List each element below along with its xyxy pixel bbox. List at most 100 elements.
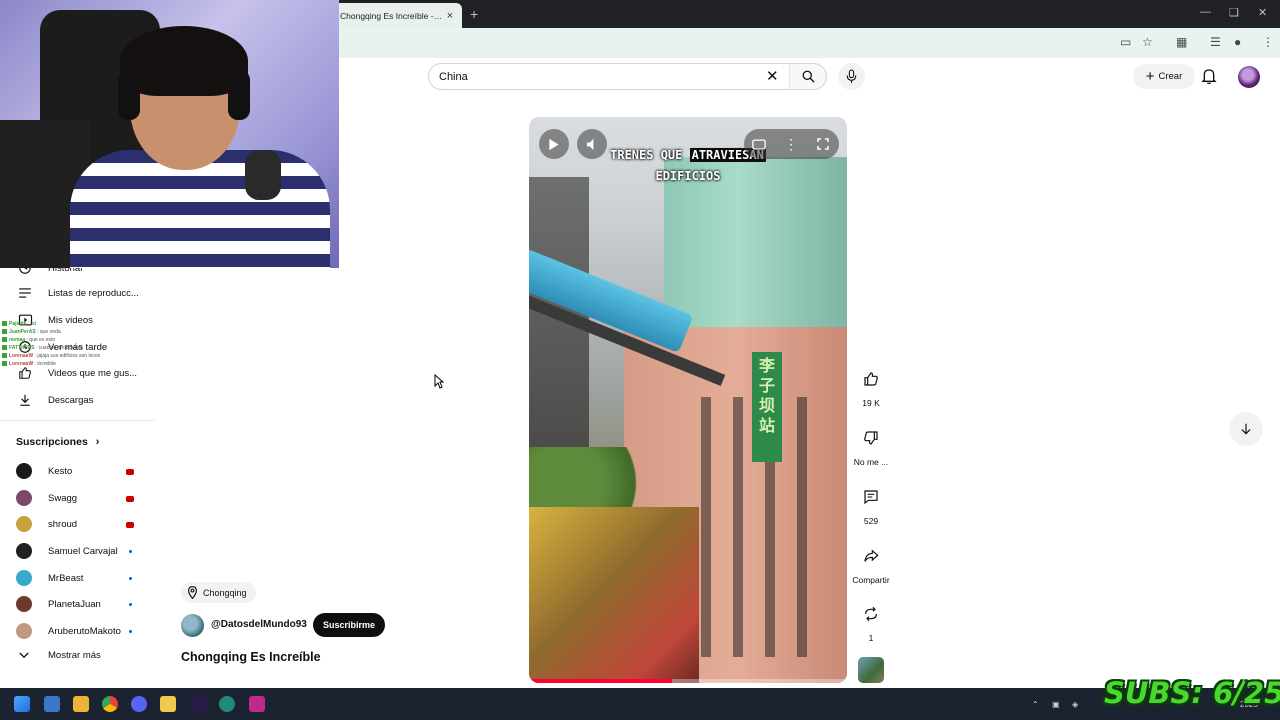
- channel-avatar[interactable]: [181, 614, 204, 637]
- mouse-cursor-icon: [434, 374, 444, 389]
- channel-avatar: [16, 543, 32, 559]
- subscription-name: PlanetaJuan: [48, 598, 101, 610]
- dislike-button[interactable]: No me ...: [850, 425, 892, 467]
- like-count: 19 K: [862, 398, 880, 408]
- sticky-notes-icon[interactable]: [160, 696, 176, 712]
- remix-count: 1: [868, 633, 874, 643]
- fullscreen-button[interactable]: [808, 129, 838, 159]
- subscription-item[interactable]: AruberutoMakoto: [16, 623, 121, 639]
- graffiti-wall: [529, 507, 699, 683]
- extensions-icon[interactable]: ▦: [1176, 35, 1187, 49]
- tray-network-icon[interactable]: ◈: [1072, 700, 1078, 709]
- tab-close-icon[interactable]: ×: [444, 10, 456, 22]
- new-tab-button[interactable]: +: [470, 6, 478, 22]
- subscription-name: Samuel Carvajal: [48, 545, 118, 557]
- profile-icon[interactable]: ●: [1234, 35, 1241, 49]
- chat-line: LorenaaW : jajaja sus edificios son loco…: [2, 352, 100, 360]
- photos-app-icon[interactable]: [44, 696, 60, 712]
- location-label: Chongqing: [203, 587, 247, 598]
- subscription-item[interactable]: shroud: [16, 516, 77, 532]
- notifications-button[interactable]: [1201, 67, 1217, 90]
- short-video-player[interactable]: 李子坝站 TRENES QUE ATRAVIESAN EDIFICIOS ⋮: [529, 117, 847, 683]
- channel-avatar: [16, 463, 32, 479]
- play-button[interactable]: [539, 129, 569, 159]
- browser-tab[interactable]: Chongqing Es Increíble - YouTube ×: [330, 3, 462, 28]
- cast-icon[interactable]: ▭: [1120, 35, 1131, 49]
- minimize-icon[interactable]: —: [1200, 6, 1211, 18]
- subscription-name: MrBeast: [48, 572, 84, 584]
- chevron-right-icon: ›: [95, 436, 100, 448]
- search-input[interactable]: China: [428, 63, 790, 90]
- like-button[interactable]: 19 K: [850, 366, 892, 408]
- volume-icon: [586, 138, 593, 150]
- show-more-button[interactable]: Mostrar más: [16, 650, 101, 661]
- media-icon[interactable]: ☰: [1210, 35, 1221, 49]
- subs-goal-overlay: SUBS: 6/25: [1104, 676, 1280, 710]
- remix-button[interactable]: 1: [850, 601, 892, 643]
- show-more-label: Mostrar más: [48, 650, 101, 661]
- search-button[interactable]: [789, 63, 827, 90]
- menu-icon[interactable]: ⋮: [1262, 35, 1274, 49]
- clear-search-icon[interactable]: ✕: [766, 67, 779, 85]
- thumbs-up-icon: [864, 372, 878, 386]
- play-icon: [549, 138, 559, 150]
- capcut-icon[interactable]: [219, 696, 235, 712]
- sidebar-item-playlists[interactable]: Listas de reproducc...: [16, 286, 139, 300]
- restore-icon[interactable]: ❑: [1229, 6, 1239, 19]
- subscriptions-header[interactable]: Suscripciones ›: [16, 436, 99, 448]
- channel-name[interactable]: @DatosdelMundo93: [211, 619, 307, 630]
- comments-button[interactable]: 529: [850, 484, 892, 526]
- account-avatar[interactable]: [1238, 66, 1260, 88]
- arrow-down-icon: [1241, 423, 1251, 435]
- next-short-button[interactable]: [1229, 412, 1263, 446]
- subscription-item[interactable]: MrBeast: [16, 570, 83, 586]
- sidebar-item-downloads[interactable]: Descargas: [16, 393, 93, 407]
- dislike-label: No me ...: [853, 457, 889, 467]
- app-icon[interactable]: [249, 696, 265, 712]
- sidebar-divider: [0, 420, 155, 421]
- location-chip[interactable]: Chongqing: [181, 582, 256, 603]
- playlist-icon: [16, 286, 34, 300]
- channel-avatar: [16, 490, 32, 506]
- windows-start-icon[interactable]: [14, 696, 30, 712]
- subscription-item[interactable]: Samuel Carvajal: [16, 543, 118, 559]
- subscribe-button[interactable]: Suscribirme: [313, 613, 385, 637]
- close-window-icon[interactable]: ✕: [1258, 6, 1267, 19]
- captions-button[interactable]: [744, 129, 774, 159]
- share-label: Compartir: [852, 575, 890, 585]
- more-options-icon[interactable]: ⋮: [776, 129, 806, 159]
- subscription-item[interactable]: Kesto: [16, 463, 72, 479]
- subscription-item[interactable]: Swagg: [16, 490, 77, 506]
- location-pin-icon: [188, 586, 197, 599]
- channel-avatar: [16, 623, 32, 639]
- premiere-icon[interactable]: [190, 696, 206, 712]
- live-indicator-icon: [126, 469, 134, 475]
- new-content-dot-icon: [129, 577, 132, 580]
- tray-app-icon[interactable]: ▣: [1052, 700, 1060, 709]
- remix-icon: [865, 606, 877, 622]
- voice-search-button[interactable]: [838, 63, 865, 90]
- file-explorer-icon[interactable]: [73, 696, 89, 712]
- tray-chevron-icon[interactable]: ⌃: [1032, 700, 1039, 709]
- create-label: Crear: [1158, 71, 1183, 82]
- sidebar-item-liked[interactable]: Videos que me gus...: [16, 366, 137, 380]
- create-button[interactable]: + Crear: [1133, 64, 1195, 89]
- chrome-icon[interactable]: [102, 696, 118, 712]
- comment-icon: [864, 490, 878, 505]
- subscription-name: shroud: [48, 518, 78, 530]
- new-content-dot-icon: [129, 550, 132, 553]
- bell-icon: [1201, 69, 1217, 85]
- headset-icon: [118, 70, 140, 120]
- volume-button[interactable]: [577, 129, 607, 159]
- chat-line: LorenaaW : increible: [2, 360, 100, 368]
- share-button[interactable]: Compartir: [850, 543, 892, 585]
- audio-thumbnail[interactable]: [858, 657, 884, 683]
- discord-icon[interactable]: [131, 696, 147, 712]
- bookmark-star-icon[interactable]: ☆: [1142, 35, 1153, 49]
- live-indicator-icon: [126, 522, 134, 528]
- plus-icon: +: [1145, 68, 1155, 85]
- subscription-item[interactable]: PlanetaJuan: [16, 596, 101, 612]
- video-title: Chongqing Es Increíble: [181, 650, 321, 664]
- thumbs-down-icon: [864, 431, 878, 445]
- progress-bar[interactable]: [529, 679, 847, 683]
